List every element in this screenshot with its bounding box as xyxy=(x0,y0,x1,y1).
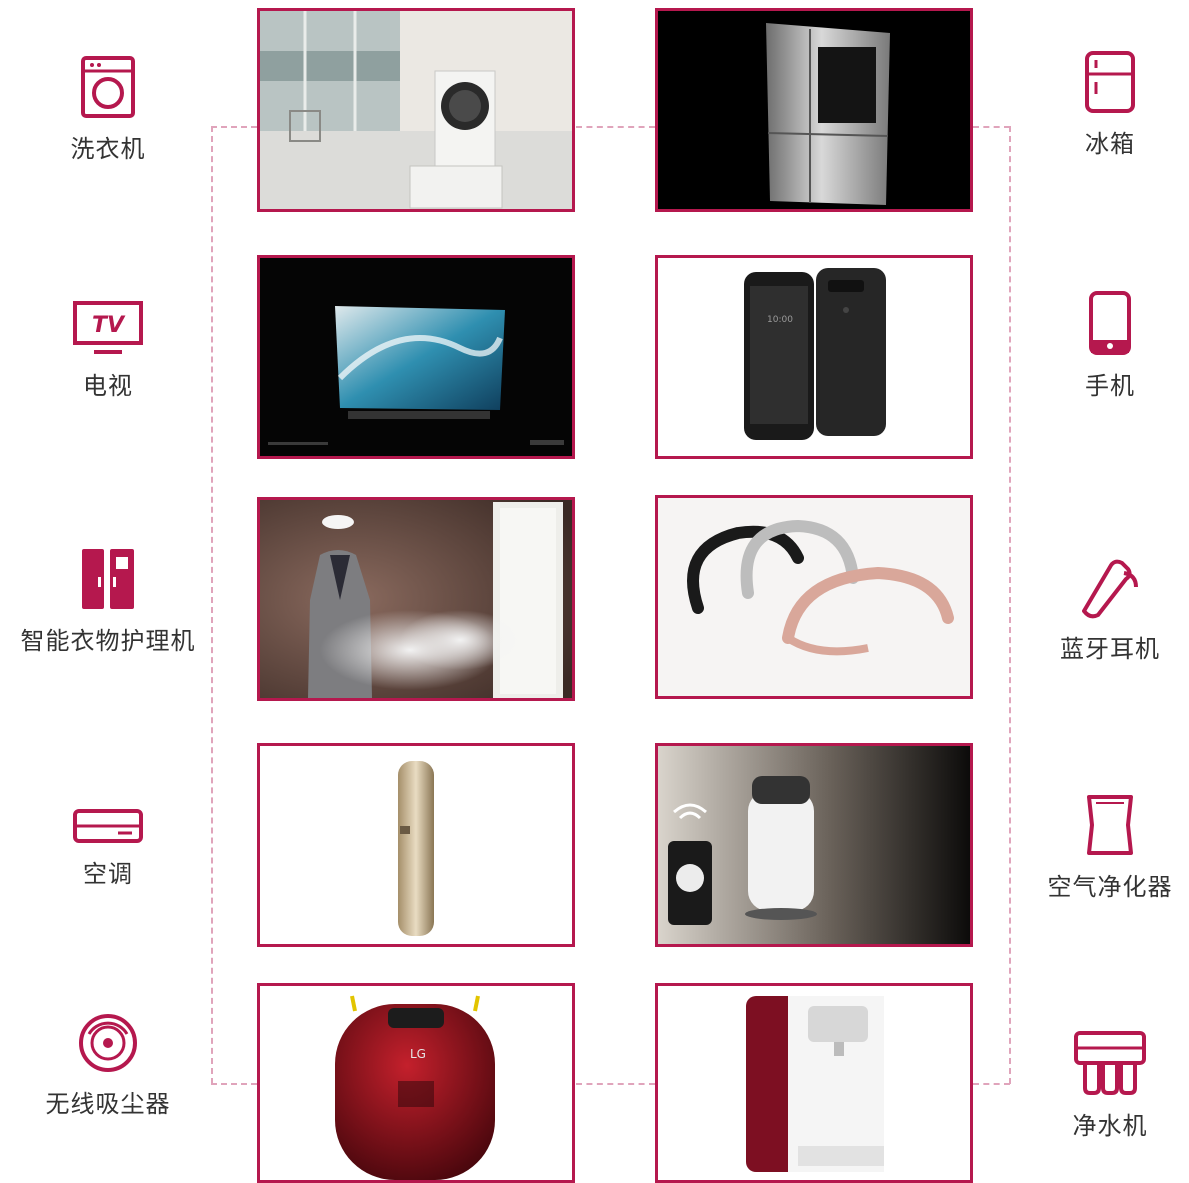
connector-top-middle xyxy=(576,126,655,128)
connector-bottom-middle xyxy=(576,1083,655,1085)
washing-machine-photo[interactable] xyxy=(257,8,575,212)
connector-top-left xyxy=(211,126,257,128)
bluetooth-headset-icon xyxy=(1082,559,1138,619)
connector-left xyxy=(211,126,213,1084)
category-label: 无线吸尘器 xyxy=(45,1090,171,1118)
smartphone-photo[interactable]: 10:00 xyxy=(655,255,973,459)
connector-top-right xyxy=(973,126,1010,128)
connector-bottom-left xyxy=(211,1083,257,1085)
category-water-purifier[interactable]: 净水机 xyxy=(1010,1030,1189,1141)
water-purifier-icon xyxy=(1074,1031,1146,1095)
category-label: 蓝牙耳机 xyxy=(1060,635,1160,663)
category-washing-machine[interactable]: 洗衣机 xyxy=(8,55,208,164)
robot-vacuum-photo[interactable]: LG xyxy=(257,983,575,1183)
tv-icon-text: TV xyxy=(92,313,126,338)
refrigerator-photo[interactable] xyxy=(655,8,973,212)
category-bluetooth-headset[interactable]: 蓝牙耳机 xyxy=(1010,553,1189,664)
svg-text:10:00: 10:00 xyxy=(767,315,793,325)
washing-machine-icon xyxy=(81,56,135,118)
neckband-headset-photo[interactable] xyxy=(655,495,973,699)
category-refrigerator[interactable]: 冰箱 xyxy=(1010,50,1189,159)
refrigerator-icon xyxy=(1085,51,1135,113)
category-label: 洗衣机 xyxy=(70,135,146,163)
category-label: 净水机 xyxy=(1072,1112,1148,1140)
air-purifier-icon xyxy=(1087,795,1133,855)
category-tv[interactable]: TV 电视 xyxy=(8,300,208,401)
floor-ac-photo[interactable] xyxy=(257,743,575,947)
clothing-care-icon xyxy=(82,549,134,609)
water-purifier-photo[interactable] xyxy=(655,983,973,1183)
air-conditioner-icon xyxy=(73,809,143,843)
category-label: 冰箱 xyxy=(1085,130,1135,158)
oled-tv-photo[interactable] xyxy=(257,255,575,459)
category-phone[interactable]: 手机 xyxy=(1010,290,1189,401)
category-label: 智能衣物护理机 xyxy=(20,627,196,655)
category-label: 手机 xyxy=(1085,372,1135,400)
category-air-conditioner[interactable]: 空调 xyxy=(8,808,208,889)
category-label: 空调 xyxy=(83,860,133,888)
connector-bottom-right xyxy=(973,1083,1010,1085)
category-clothing-care[interactable]: 智能衣物护理机 xyxy=(8,547,208,656)
air-purifier-photo[interactable] xyxy=(655,743,973,947)
category-label: 电视 xyxy=(83,372,133,400)
category-air-purifier[interactable]: 空气净化器 xyxy=(1010,793,1189,902)
styler-photo[interactable] xyxy=(257,497,575,701)
tv-icon: TV xyxy=(73,301,143,354)
robot-vacuum-icon xyxy=(79,1014,137,1072)
category-label: 空气净化器 xyxy=(1047,873,1173,901)
svg-text:LG: LG xyxy=(410,1047,426,1061)
phone-icon xyxy=(1089,291,1131,355)
category-robot-vacuum[interactable]: 无线吸尘器 xyxy=(8,1012,208,1119)
